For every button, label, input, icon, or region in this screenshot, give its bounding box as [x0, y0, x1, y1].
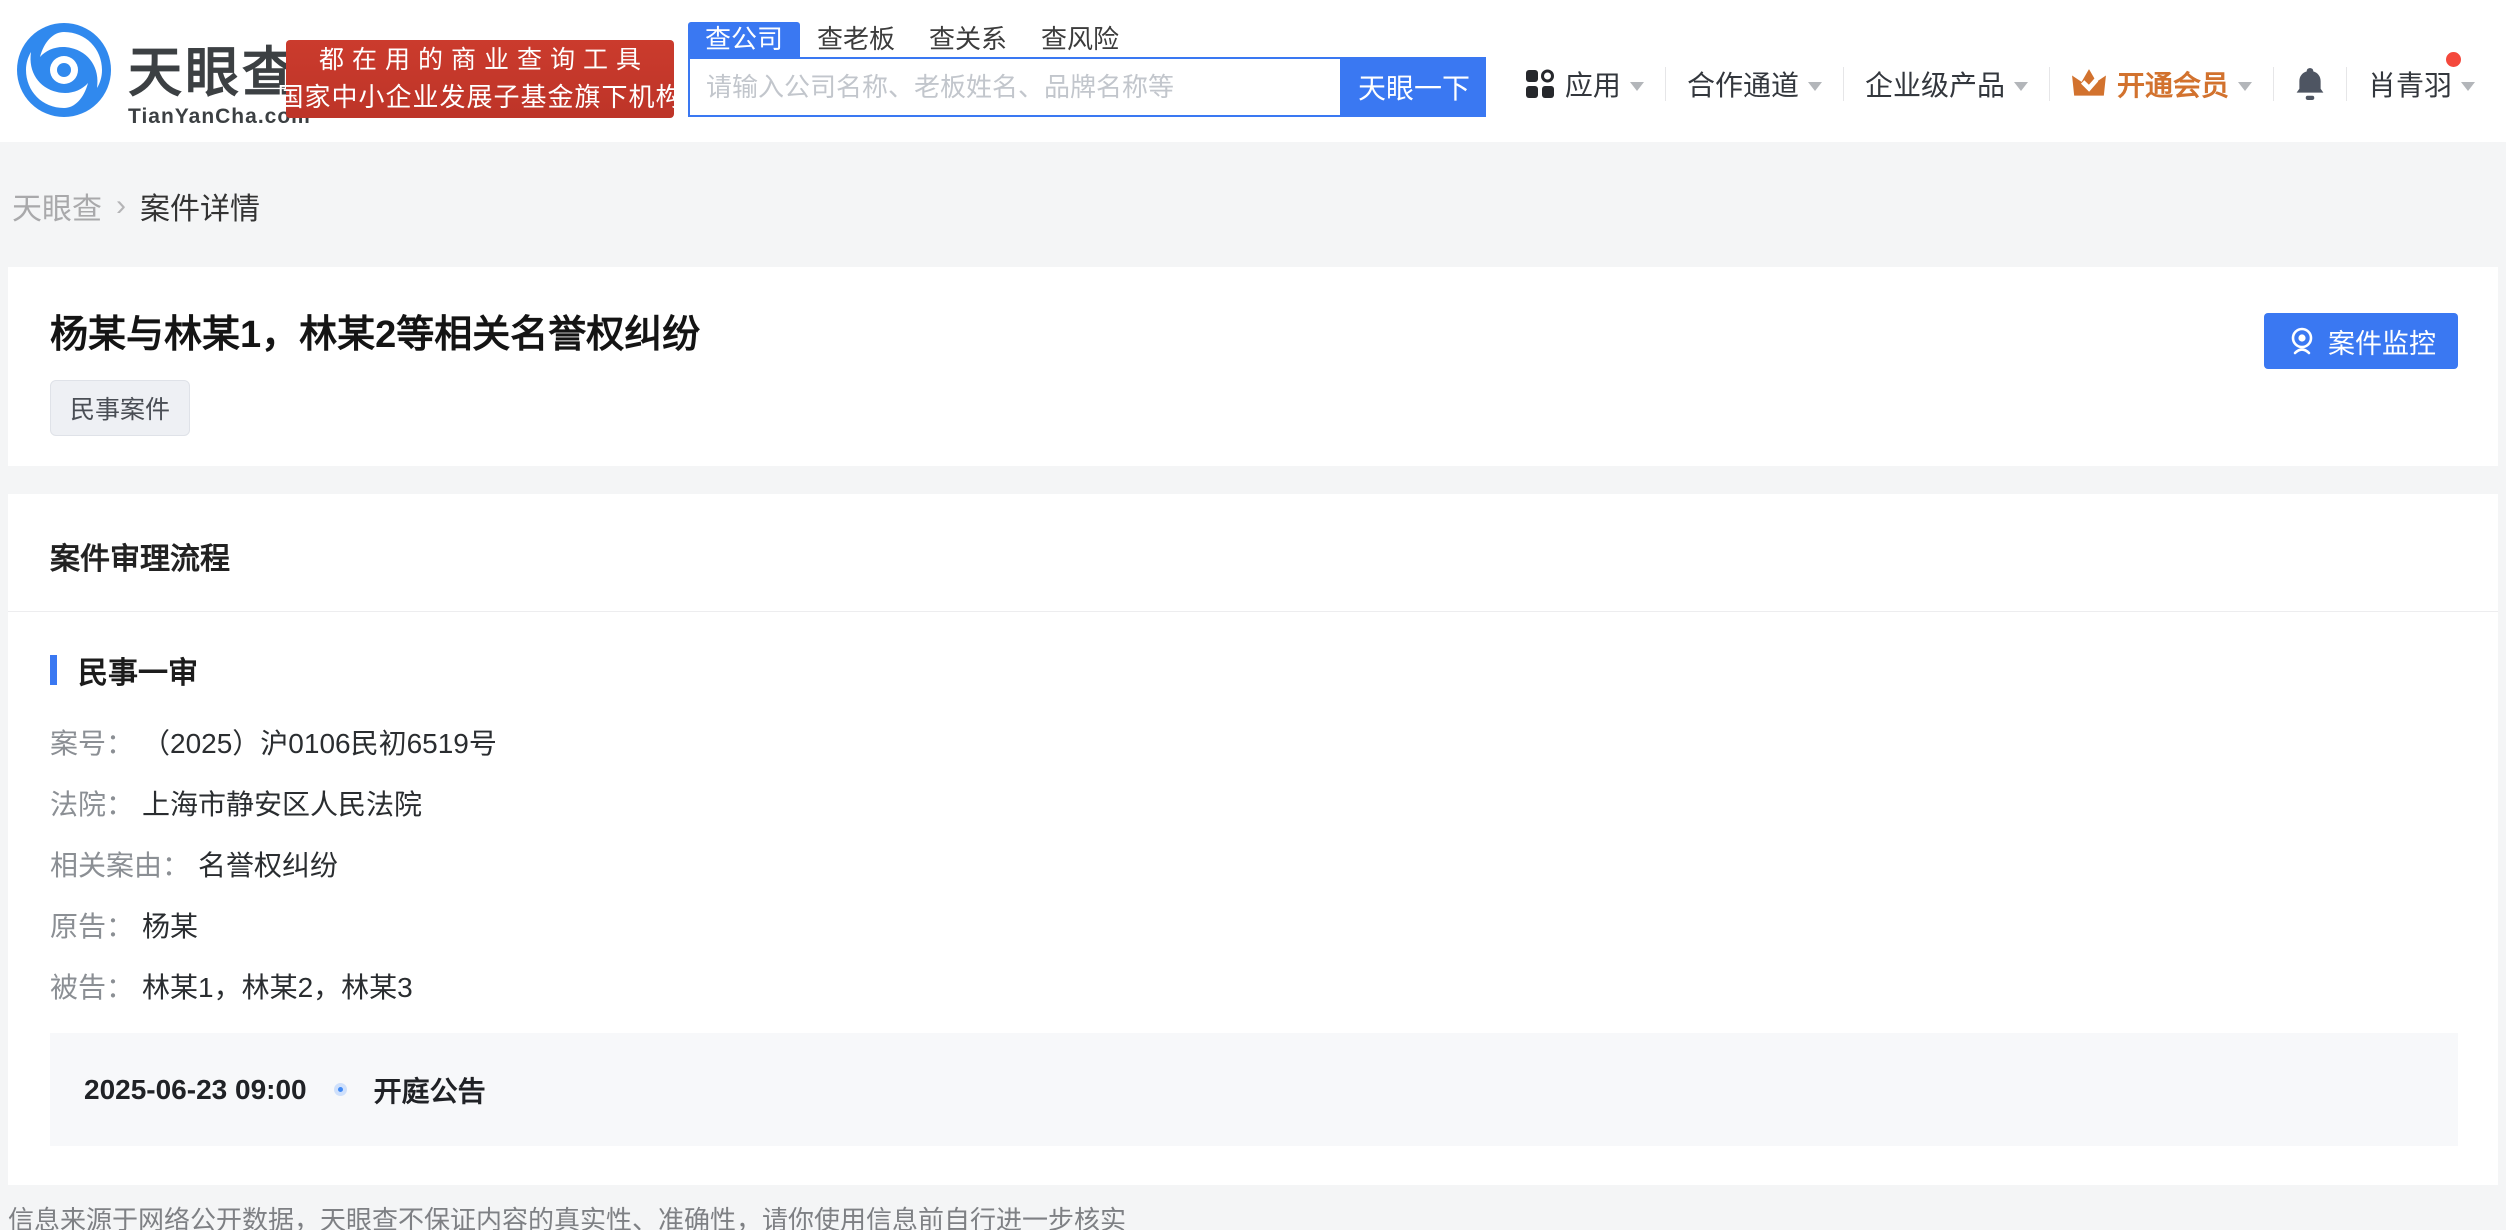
field-label: 相关案由：: [50, 850, 190, 882]
search-tab-risk[interactable]: 查风险: [1024, 22, 1136, 57]
nav-separator: [2346, 67, 2347, 101]
field-label: 案号：: [50, 728, 134, 760]
promo-banner: 都在用的商业查询工具 国家中小企业发展子基金旗下机构: [286, 40, 674, 118]
nav-apps[interactable]: 应用: [1525, 64, 1644, 104]
chevron-down-icon: [1630, 82, 1644, 91]
nav-enterprise[interactable]: 企业级产品: [1865, 64, 2028, 104]
case-fields: 案号： （2025）沪0106民初6519号 法院： 上海市静安区人民法院 相关…: [50, 728, 2498, 1004]
tianyancha-logo-icon: [16, 22, 112, 129]
breadcrumb: 天眼查 › 案件详情: [0, 142, 2506, 267]
nav-notifications[interactable]: [2295, 67, 2325, 101]
stage-accent-bar: [50, 655, 57, 685]
field-label: 法院：: [50, 789, 134, 821]
case-type-tag: 民事案件: [50, 380, 190, 436]
username: 肖青羽: [2368, 64, 2452, 104]
search-button[interactable]: 天眼一下: [1342, 57, 1486, 117]
nav-vip[interactable]: 开通会员: [2071, 64, 2252, 104]
nav-separator: [2273, 67, 2274, 101]
nav-apps-label: 应用: [1565, 64, 1621, 104]
promo-line-1: 都在用的商业查询工具: [311, 42, 649, 79]
timeline-event: 开庭公告: [374, 1070, 486, 1110]
case-monitor-button[interactable]: 案件监控: [2264, 313, 2458, 369]
section-divider: [8, 611, 2498, 612]
field-value: （2025）沪0106民初6519号: [142, 728, 497, 760]
field-court: 法院： 上海市静安区人民法院: [50, 789, 2498, 821]
breadcrumb-separator-icon: ›: [116, 189, 126, 223]
case-title: 杨某与林某1，林某2等相关名誉权纠纷: [50, 313, 700, 357]
case-process-card: 案件审理流程 民事一审 案号： （2025）沪0106民初6519号 法院： 上…: [8, 494, 2498, 1185]
chevron-down-icon: [2014, 82, 2028, 91]
notification-badge-dot: [2446, 52, 2461, 67]
case-title-card: 杨某与林某1，林某2等相关名誉权纠纷 民事案件 案件监控: [8, 267, 2498, 466]
field-case-number: 案号： （2025）沪0106民初6519号: [50, 728, 2498, 760]
field-label: 原告：: [50, 911, 134, 943]
field-plaintiff: 原告： 杨某: [50, 911, 2498, 943]
nav-user[interactable]: 肖青羽: [2368, 64, 2475, 104]
stage-header: 民事一审: [50, 648, 2498, 692]
field-label: 被告：: [50, 972, 134, 1004]
field-value: 上海市静安区人民法院: [142, 789, 422, 821]
crown-icon: [2071, 68, 2107, 100]
search-tab-company[interactable]: 查公司: [688, 22, 800, 57]
chevron-down-icon: [2238, 82, 2252, 91]
nav-enterprise-label: 企业级产品: [1865, 64, 2005, 104]
nav-cooperation-label: 合作通道: [1687, 64, 1799, 104]
chevron-down-icon: [1808, 82, 1822, 91]
promo-line-2: 国家中小企业发展子基金旗下机构: [278, 79, 683, 116]
stage-title: 民事一审: [78, 648, 198, 692]
field-value: 林某1，林某2，林某3: [142, 972, 413, 1004]
breadcrumb-current: 案件详情: [140, 184, 260, 228]
search-tab-relation[interactable]: 查关系: [912, 22, 1024, 57]
chevron-down-icon: [2461, 82, 2475, 91]
field-value: 杨某: [142, 911, 198, 943]
field-cause: 相关案由： 名誉权纠纷: [50, 850, 2498, 882]
bell-icon: [2295, 67, 2325, 101]
nav-separator: [1843, 67, 1844, 101]
timeline-item[interactable]: 2025-06-23 09:00 开庭公告: [50, 1033, 2458, 1146]
field-defendant: 被告： 林某1，林某2，林某3: [50, 972, 2498, 1004]
top-nav: 应用 合作通道 企业级产品 开通会员: [1504, 52, 2496, 116]
search-tabs: 查公司 查老板 查关系 查风险: [688, 22, 1486, 57]
search-area: 查公司 查老板 查关系 查风险 天眼一下: [688, 22, 1486, 117]
header: 天眼查 TianYanCha.com 都在用的商业查询工具 国家中小企业发展子基…: [0, 0, 2506, 142]
apps-grid-icon: [1525, 69, 1555, 99]
timeline-datetime: 2025-06-23 09:00: [84, 1074, 307, 1106]
timeline-dot-icon: [334, 1083, 347, 1096]
nav-cooperation[interactable]: 合作通道: [1687, 64, 1822, 104]
nav-separator: [2049, 67, 2050, 101]
footer-disclaimer: 信息来源于网络公开数据，天眼查不保证内容的真实性、准确性，请你使用信息前自行进一…: [0, 1200, 2506, 1230]
search-input[interactable]: [688, 57, 1342, 117]
tianyancha-logo[interactable]: 天眼查 TianYanCha.com: [16, 22, 311, 129]
search-tab-boss[interactable]: 查老板: [800, 22, 912, 57]
field-value: 名誉权纠纷: [198, 850, 338, 882]
nav-vip-label: 开通会员: [2117, 64, 2229, 104]
case-monitor-label: 案件监控: [2328, 322, 2436, 361]
nav-separator: [1665, 67, 1666, 101]
breadcrumb-home[interactable]: 天眼查: [12, 184, 102, 228]
monitor-camera-icon: [2286, 325, 2318, 357]
section-title: 案件审理流程: [8, 534, 2498, 611]
